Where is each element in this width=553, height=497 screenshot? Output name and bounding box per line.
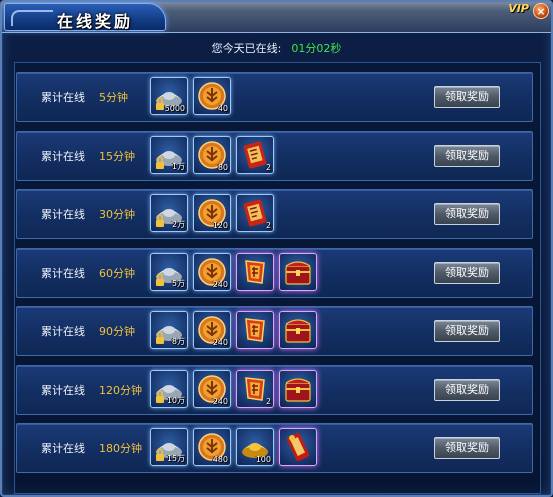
window-title: 在线奖励	[57, 12, 134, 31]
online-timer: 01分02秒	[291, 42, 342, 55]
reward-quantity: 5000	[164, 104, 185, 113]
reward-slot[interactable]: 80	[193, 135, 231, 174]
reward-quantity: 80	[217, 162, 228, 172]
reward-quantity: 2	[265, 221, 271, 230]
online-reward-window: 在线奖励 VIP × 您今天已在线: 01分02秒 累计在线 5分钟 5000 40 领取…	[0, 0, 553, 497]
reward-slot[interactable]: 15万	[150, 428, 188, 466]
claim-reward-button[interactable]: 领取奖励	[434, 437, 500, 459]
reward-quantity: 240	[212, 279, 228, 289]
row-minutes: 15分钟	[99, 149, 135, 163]
reward-slot[interactable]	[279, 252, 317, 291]
row-minutes: 90分钟	[99, 325, 135, 338]
claim-reward-button[interactable]: 领取奖励	[434, 261, 500, 284]
title-bar: 在线奖励 VIP ×	[2, 2, 551, 33]
claim-reward-button[interactable]: 领取奖励	[434, 320, 500, 342]
reward-quantity: 10万	[166, 395, 185, 405]
reward-quantity: 2	[265, 162, 271, 172]
reward-quantity: 8万	[171, 337, 185, 346]
reward-slot[interactable]: 8万	[150, 311, 188, 349]
reward-slot[interactable]	[279, 369, 317, 408]
row-minutes: 180分钟	[99, 442, 142, 455]
claim-reward-button[interactable]: 领取奖励	[434, 378, 500, 401]
row-label: 累计在线	[41, 149, 85, 163]
treasure-chest-icon	[283, 374, 313, 408]
reward-slot[interactable]: 480	[193, 428, 231, 466]
row-minutes: 30分钟	[99, 208, 135, 221]
reward-quantity: 480	[212, 455, 228, 464]
reward-slot[interactable]	[279, 311, 317, 349]
row-label: 累计在线	[41, 266, 85, 280]
reward-row: 累计在线 180分钟 15万 480 100 领取奖励	[16, 423, 533, 473]
reward-slot[interactable]: 120	[193, 194, 231, 232]
reward-quantity: 120	[212, 221, 228, 230]
row-minutes: 120分钟	[99, 383, 142, 397]
row-minutes: 5分钟	[99, 91, 128, 104]
reward-quantity: 2万	[171, 220, 185, 229]
reward-slot[interactable]: 2万	[150, 194, 188, 232]
reward-slot[interactable]	[236, 252, 274, 291]
reward-quantity: 15万	[166, 454, 185, 463]
reward-slot[interactable]: 5000	[150, 77, 188, 115]
close-button[interactable]: ×	[533, 3, 549, 19]
reward-slot[interactable]: 2	[236, 135, 274, 174]
reward-slot[interactable]: 100	[236, 428, 274, 466]
online-status: 您今天已在线: 01分02秒	[2, 40, 551, 56]
claim-reward-button[interactable]: 领取奖励	[434, 144, 500, 167]
row-label: 累计在线	[41, 208, 85, 221]
reward-quantity: 240	[212, 396, 228, 406]
row-label: 累计在线	[41, 383, 85, 397]
reward-slot[interactable]: 40	[193, 77, 231, 115]
red-scroll-icon	[283, 432, 313, 466]
vip-badge: VIP	[508, 2, 529, 15]
online-status-label: 您今天已在线:	[211, 42, 282, 55]
claim-reward-button[interactable]: 领取奖励	[434, 203, 500, 225]
reward-slot[interactable]: 5万	[150, 252, 188, 291]
reward-slot[interactable]	[279, 428, 317, 466]
treasure-chest-icon	[283, 315, 313, 349]
reward-slot[interactable]	[236, 311, 274, 349]
reward-slot[interactable]: 240	[193, 369, 231, 408]
reward-slot[interactable]: 10万	[150, 369, 188, 408]
reward-row: 累计在线 30分钟 2万 120 2 领取奖励	[16, 189, 533, 239]
row-label: 累计在线	[41, 91, 85, 104]
title-tab: 在线奖励	[4, 3, 166, 31]
claim-reward-button[interactable]: 领取奖励	[434, 86, 500, 108]
reward-quantity: 240	[212, 338, 228, 347]
reward-slot[interactable]: 240	[193, 252, 231, 291]
treasure-chest-icon	[283, 257, 313, 291]
talisman-icon	[240, 315, 270, 349]
reward-slot[interactable]: 240	[193, 311, 231, 349]
row-label: 累计在线	[41, 442, 85, 455]
reward-slot[interactable]: 2	[236, 369, 274, 408]
reward-quantity: 40	[217, 104, 228, 113]
reward-quantity: 5万	[171, 278, 185, 288]
row-label: 累计在线	[41, 325, 85, 338]
row-minutes: 60分钟	[99, 266, 135, 280]
reward-row: 累计在线 15分钟 1万 80 2 领取奖励	[16, 130, 533, 181]
talisman-icon	[240, 257, 270, 291]
reward-quantity: 100	[255, 455, 271, 464]
reward-slot[interactable]: 2	[236, 194, 274, 232]
reward-row: 累计在线 60分钟 5万 240 领取奖励	[16, 247, 533, 298]
title-ornament-icon	[11, 10, 53, 26]
reward-quantity: 2	[265, 396, 271, 406]
reward-slot[interactable]: 1万	[150, 135, 188, 174]
reward-row: 累计在线 5分钟 5000 40 领取奖励	[16, 72, 533, 122]
reward-quantity: 1万	[171, 161, 185, 171]
reward-row: 累计在线 90分钟 8万 240 领取奖励	[16, 306, 533, 356]
reward-row: 累计在线 120分钟 10万 240 2 领取奖励	[16, 364, 533, 415]
